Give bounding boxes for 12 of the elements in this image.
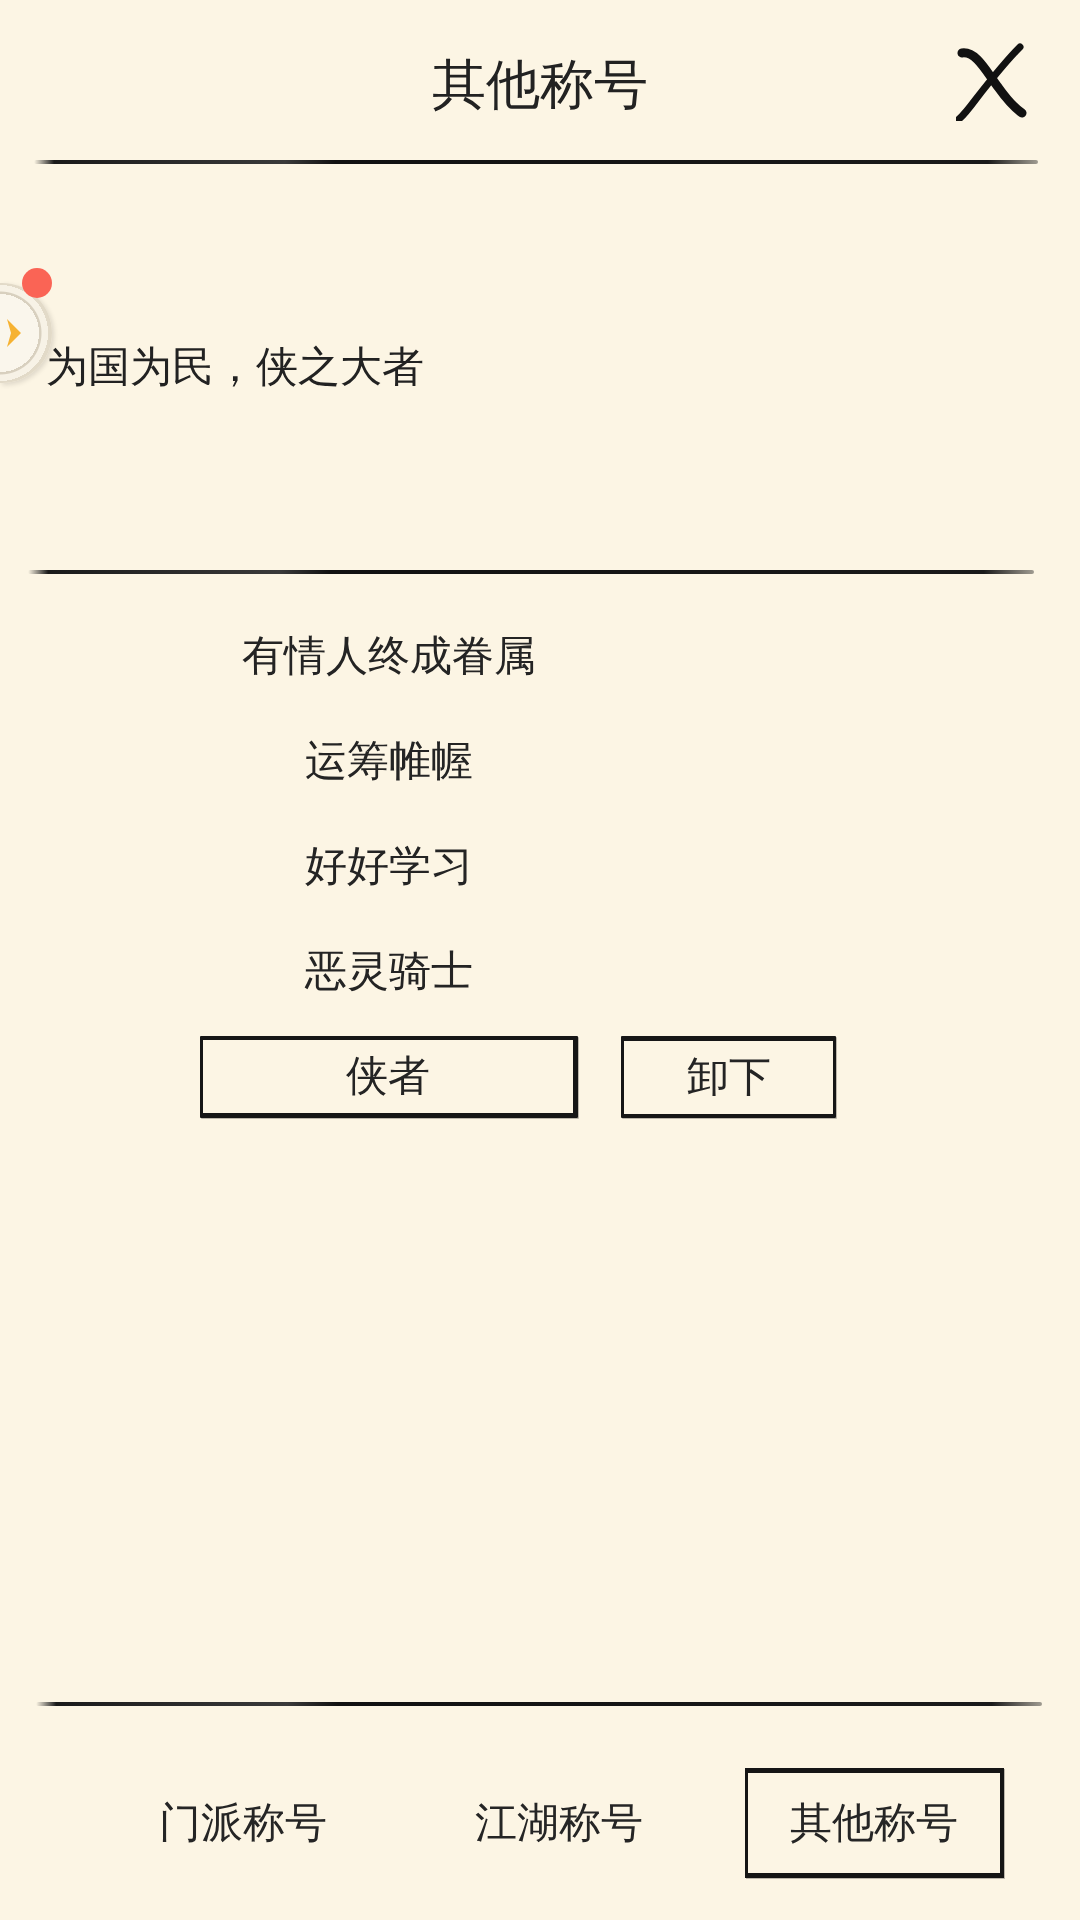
tab[interactable]: 其他称号 bbox=[745, 1768, 1004, 1878]
tab[interactable]: 江湖称号 bbox=[429, 1768, 688, 1878]
screen-title: 其他称号 bbox=[432, 51, 648, 118]
title-option[interactable]: 好好学习 bbox=[297, 841, 481, 892]
chevron-right-icon bbox=[6, 318, 22, 348]
tab[interactable]: 门派称号 bbox=[113, 1768, 372, 1878]
title-option[interactable]: 运筹帷幄 bbox=[297, 736, 481, 787]
title-option[interactable]: 恶灵骑士 bbox=[297, 946, 481, 997]
unequip-button[interactable]: 卸下 bbox=[621, 1035, 836, 1118]
title-option[interactable]: 侠者 bbox=[200, 1035, 578, 1118]
title-option[interactable]: 有情人终成眷属 bbox=[234, 631, 544, 682]
title-description: 为国为民，侠之大者 bbox=[46, 341, 424, 393]
